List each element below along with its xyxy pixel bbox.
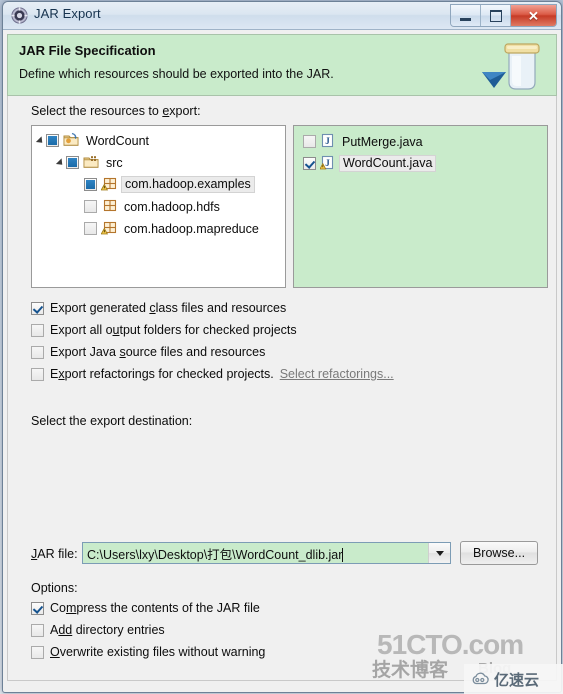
tree-checkbox[interactable]	[46, 134, 59, 147]
package-icon	[101, 198, 117, 216]
option-export-java-source-files[interactable]: Export Java source files and resources	[31, 345, 265, 359]
option-overwrite-existing-files[interactable]: Overwrite existing files without warning	[31, 645, 265, 659]
jar-file-input[interactable]: C:\Users\lxy\Desktop\打包\WordCount_dlib.j…	[83, 544, 428, 563]
dialog-body: Select the resources to export: WordCoun…	[7, 96, 557, 681]
tree-row-label: com.hadoop.hdfs	[124, 199, 220, 214]
option-export-all-output-folders[interactable]: Export all output folders for checked pr…	[31, 323, 297, 337]
screenshot-root: JAR Export ✕ JAR File Specification Defi…	[0, 0, 563, 694]
close-icon: ✕	[528, 8, 539, 23]
svg-text:J: J	[325, 136, 330, 146]
option-label: Export refactorings for checked projects…	[50, 367, 274, 381]
maximize-icon	[489, 9, 502, 22]
checkbox[interactable]	[31, 301, 44, 315]
banner-title: JAR File Specification	[19, 43, 156, 58]
java-file-warning-icon: J	[319, 155, 335, 173]
maximize-button[interactable]	[481, 5, 511, 26]
select-refactorings-link[interactable]: Select refactorings...	[280, 367, 394, 381]
file-checkbox[interactable]	[303, 135, 316, 148]
window-controls: ✕	[450, 4, 557, 27]
eclipse-icon	[11, 7, 28, 24]
option-label: Compress the contents of the JAR file	[50, 601, 260, 615]
tree-checkbox[interactable]	[66, 156, 79, 169]
minimize-button[interactable]	[451, 5, 481, 26]
resource-tree-panel[interactable]: WordCount src com.hadoop.examples com.ha…	[31, 125, 286, 288]
option-add-directory-entries[interactable]: Add directory entries	[31, 623, 165, 637]
jar-export-dialog: JAR Export ✕ JAR File Specification Defi…	[2, 1, 562, 693]
option-label: Export generated class files and resourc…	[50, 301, 287, 315]
svg-text:J: J	[325, 158, 330, 168]
tree-row-label: com.hadoop.mapreduce	[124, 221, 259, 236]
package-warning-icon	[100, 220, 117, 238]
checkbox[interactable]	[31, 345, 44, 359]
resource-file-panel[interactable]: J PutMerge.java J WordCount.java	[293, 125, 548, 288]
option-compress-contents[interactable]: Compress the contents of the JAR file	[31, 601, 260, 615]
checkbox[interactable]	[31, 623, 44, 637]
option-label: Add directory entries	[50, 623, 165, 637]
checkbox[interactable]	[31, 601, 44, 615]
jar-file-label: JAR file:	[31, 547, 78, 561]
browse-button[interactable]: Browse...	[460, 541, 538, 565]
list-item-label: WordCount.java	[339, 155, 437, 172]
combo-dropdown-button[interactable]	[428, 543, 450, 563]
title-bar[interactable]: JAR Export ✕	[3, 2, 561, 30]
expander-icon[interactable]	[55, 157, 66, 168]
list-item-label: PutMerge.java	[342, 134, 423, 149]
wizard-banner: JAR File Specification Define which reso…	[7, 34, 557, 96]
close-button[interactable]: ✕	[511, 5, 556, 26]
checkbox[interactable]	[31, 645, 44, 659]
tree-row[interactable]: com.hadoop.hdfs	[32, 196, 285, 217]
tree-checkbox[interactable]	[84, 222, 97, 235]
java-file-icon: J	[320, 133, 335, 151]
window-title: JAR Export	[34, 6, 101, 21]
text-caret	[342, 548, 344, 563]
tree-checkbox[interactable]	[84, 178, 97, 191]
tree-row-label: com.hadoop.examples	[121, 176, 255, 193]
options-label: Options:	[31, 581, 78, 595]
option-export-refactorings[interactable]: Export refactorings for checked projects…	[31, 367, 394, 381]
tree-row[interactable]: src	[32, 152, 285, 173]
jar-wizard-icon	[472, 38, 546, 95]
source-folder-icon	[83, 154, 99, 172]
list-item[interactable]: J WordCount.java	[294, 153, 547, 174]
java-project-icon	[63, 132, 79, 150]
file-checkbox[interactable]	[303, 157, 316, 170]
tree-row-label: WordCount	[86, 133, 149, 148]
tree-row-label: src	[106, 155, 123, 170]
tree-row[interactable]: com.hadoop.mapreduce	[32, 218, 285, 239]
jar-file-combo[interactable]: C:\Users\lxy\Desktop\打包\WordCount_dlib.j…	[82, 542, 451, 564]
option-export-generated-class-files[interactable]: Export generated class files and resourc…	[31, 301, 286, 315]
tree-checkbox[interactable]	[84, 200, 97, 213]
tree-row[interactable]: com.hadoop.examples	[32, 174, 285, 195]
banner-subtitle: Define which resources should be exporte…	[19, 67, 334, 81]
option-label: Export all output folders for checked pr…	[50, 323, 297, 337]
option-label: Overwrite existing files without warning	[50, 645, 266, 659]
checkbox[interactable]	[31, 323, 44, 337]
resources-label: Select the resources to export:	[31, 104, 201, 118]
chevron-down-icon	[435, 550, 444, 556]
tree-row[interactable]: WordCount	[32, 130, 285, 151]
list-item[interactable]: J PutMerge.java	[294, 131, 547, 152]
expander-icon[interactable]	[35, 135, 46, 146]
minimize-icon	[460, 18, 471, 21]
destination-label: Select the export destination:	[31, 414, 193, 428]
checkbox[interactable]	[31, 367, 44, 381]
package-warning-icon	[100, 176, 117, 194]
option-label: Export Java source files and resources	[50, 345, 266, 359]
